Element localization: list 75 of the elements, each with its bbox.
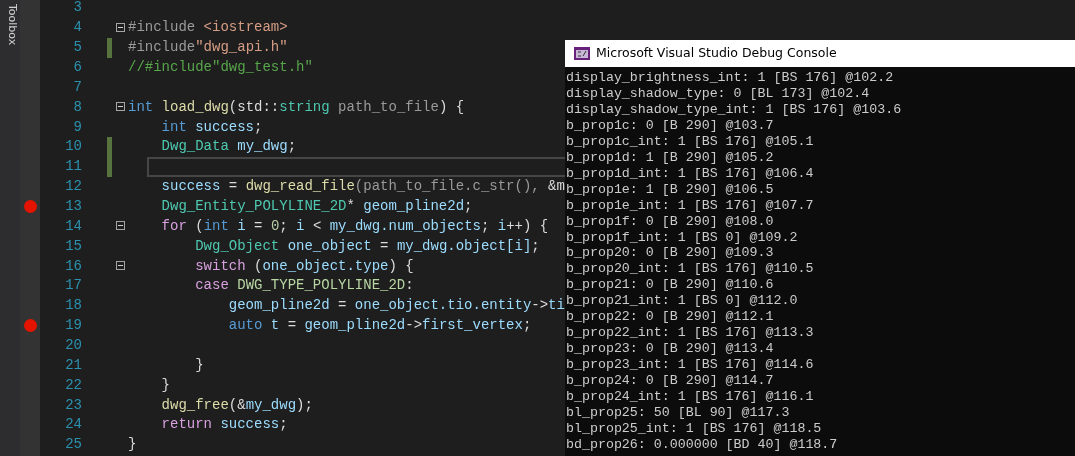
console-output-line: b_prop24_int: 1 [BS 176] @116.1: [566, 389, 815, 405]
console-output-line: b_prop22: 0 [B 290] @112.1: [566, 309, 775, 326]
line-number: 12: [64, 177, 82, 197]
console-output-line: bl_prop25: 50 [BL 90] @117.3: [566, 405, 791, 421]
line-number: 14: [64, 216, 82, 236]
console-output-line: bd_prop26: 0.000000 [BD 40] @118.7: [566, 436, 839, 453]
console-output-line: b_prop1e: 1 [B 290] @106.5: [566, 181, 775, 198]
console-output-line: bl_prop25_int: 1 [BS 176] @118.5: [566, 420, 823, 437]
code-line: Dwg_Object one_object = my_dwg.object[i];: [194, 236, 540, 256]
console-output-line: b_prop21: 0 [B 290] @110.6: [566, 277, 775, 294]
console-output-line: b_prop1c_int: 1 [BS 176] @105.1: [566, 133, 815, 150]
line-number: 13: [64, 197, 82, 217]
line-number: 23: [64, 395, 82, 415]
line-number: 24: [64, 415, 82, 435]
console-output-line: b_prop1e_int: 1 [BS 176] @107.7: [566, 197, 815, 214]
console-output-line: b_prop1d_int: 1 [BS 176] @106.4: [566, 165, 815, 182]
console-output-line: b_prop20: 0 [B 290] @109.3: [566, 245, 775, 262]
line-number: 6: [72, 58, 82, 77]
line-number: 3: [72, 0, 82, 18]
console-output-line: display_brightness_int: 1 [BS 176] @102.2: [566, 70, 895, 86]
code-line: return success;: [160, 415, 288, 435]
console-output-line: b_prop21_int: 1 [BS 0] @112.0: [566, 293, 799, 310]
console-output-line: b_prop1f: 0 [B 290] @108.0: [566, 213, 775, 230]
code-line: int success;: [160, 117, 263, 137]
collapse-icon[interactable]: [116, 261, 125, 271]
code-line: }: [128, 435, 137, 455]
line-number: 8: [72, 97, 82, 117]
code-line: Dwg_Entity_POLYLINE_2D* geom_pline2d;: [160, 197, 473, 216]
line-number: 21: [64, 355, 82, 375]
line-number: 10: [64, 137, 82, 157]
line-number: 4: [72, 18, 82, 38]
console-output-line: b_prop22_int: 1 [BS 176] @113.3: [566, 325, 815, 342]
console-title: Microsoft Visual Studio Debug Console: [596, 44, 837, 63]
console-output-line: b_prop23: 0 [B 290] @113.4: [566, 341, 775, 358]
breakpoint-icon[interactable]: [23, 319, 37, 333]
console-output-line: b_prop23_int: 1 [BS 176] @114.6: [566, 357, 815, 374]
console-icon: [574, 47, 590, 60]
collapse-icon[interactable]: [116, 102, 125, 112]
console-output-line: b_prop1d: 1 [B 290] @105.2: [566, 149, 775, 166]
line-number: 7: [72, 77, 82, 97]
line-number: 11: [64, 157, 82, 177]
line-number: 20: [64, 336, 82, 356]
collapse-icon[interactable]: [116, 22, 125, 32]
breakpoint-icon[interactable]: [23, 200, 37, 213]
line-number: 19: [64, 316, 82, 336]
code-line: switch (one_object.type) {: [194, 256, 414, 276]
line-number: 17: [64, 276, 82, 296]
code-line: case DWG_TYPE_POLYLINE_2D:: [194, 276, 414, 296]
line-number: 22: [64, 375, 82, 395]
code-line: success = dwg_read_file(path_to_file.c_str(), &m: [160, 177, 565, 197]
console-output-line: b_prop20_int: 1 [BS 176] @110.5: [566, 261, 815, 278]
console-output-line: display_shadow_type_int: 1 [BS 176] @103.6: [566, 101, 903, 118]
line-number: 25: [64, 435, 82, 455]
line-number: 9: [72, 117, 82, 137]
code-line: #include"dwg_api.h": [128, 38, 288, 58]
console-output-line: b_prop1c: 0 [B 290] @103.7: [566, 117, 775, 134]
line-number: 15: [64, 236, 82, 256]
code-line: for (int i = 0; i < my_dwg.num_objects; i++) {: [160, 216, 549, 236]
line-number: 18: [64, 296, 82, 316]
code-line: //#include"dwg_test.h": [128, 58, 313, 77]
line-number: 5: [72, 38, 82, 58]
code-line: }: [160, 375, 170, 395]
code-line: #include <iostream>: [128, 18, 288, 38]
code-line: int load_dwg(std::string path_to_file) {: [128, 97, 465, 117]
toolbox-tab[interactable]: Toolbox: [0, 0, 20, 46]
code-line: auto t = geom_pline2d->first_vertex;: [227, 316, 532, 336]
code-line: dwg_free(&my_dwg);: [160, 395, 313, 415]
line-number: 16: [64, 256, 82, 276]
code-line: }: [194, 355, 204, 375]
console-output-line: b_prop1f_int: 1 [BS 0] @109.2: [566, 229, 799, 246]
console-output-line: b_prop24: 0 [B 290] @114.7: [566, 373, 775, 390]
code-line: geom_pline2d = one_object.tio.entity->ti: [227, 296, 565, 316]
code-line: Dwg_Data my_dwg;: [160, 137, 297, 157]
console-output-line: display_shadow_type: 0 [BL 173] @102.4: [566, 85, 871, 102]
collapse-icon[interactable]: [116, 221, 125, 231]
